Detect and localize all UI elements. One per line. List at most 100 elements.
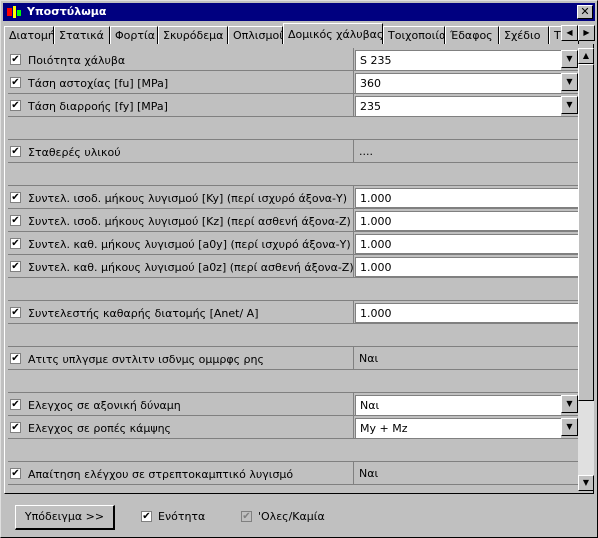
row-check-icon[interactable]: ✔ <box>10 100 21 111</box>
property-label: Ποιότητα χάλυβα <box>28 54 126 67</box>
column-divider <box>353 94 354 117</box>
chevron-down-icon[interactable]: ▼ <box>561 96 578 114</box>
column-divider <box>353 209 354 232</box>
tab-scroll-right-icon[interactable]: ▶ <box>578 25 595 41</box>
property-row: ✔ Συντελεστής καθαρής διατομής [Anet/ A] 1… <box>8 301 578 324</box>
unit-checkbox-label: Ενότητα <box>158 510 206 523</box>
property-label: Τάση αστοχίας [fu] [MPa] <box>28 77 169 90</box>
property-select[interactable]: 235 <box>355 96 561 116</box>
tab-1[interactable]: Διατομή <box>4 26 55 44</box>
property-row: ✔ Συντελ. καθ. μήκους λυγισμού [a0z] (περ… <box>8 255 578 278</box>
property-row: ✔ Απαίτηση ελέγχου σε στρεπτοκαμπτικό λυγ… <box>8 462 578 485</box>
property-label: Απαίτηση ελέγχου σε στρεπτοκαμπτικό λυγι… <box>28 468 294 481</box>
row-check-icon[interactable]: ✔ <box>10 192 21 203</box>
all-none-checkbox-label: 'Ολες/Καμία <box>258 510 325 523</box>
property-row: ✔ Ελεγχος σε ροπές κάμψης My + Mz ▼ <box>8 416 578 439</box>
tab-8[interactable]: Έδαφος <box>445 26 499 44</box>
row-check-icon[interactable]: ✔ <box>10 261 21 272</box>
column-divider <box>353 186 354 209</box>
row-check-icon[interactable]: ✔ <box>10 307 21 318</box>
property-label: Τάση διαρροής [fy] [MPa] <box>28 100 168 113</box>
property-row: ✔ Τάση διαρροής [fy] [MPa] 235 ▼ <box>8 94 578 117</box>
tab-strip: Διατομή Στατικά Φορτία Σκυρόδεμα Οπλισμοί Δομ… <box>4 23 596 44</box>
column-divider <box>353 71 354 94</box>
tab-7[interactable]: Τοιχοποιία <box>383 26 446 44</box>
row-check-icon[interactable]: ✔ <box>10 77 21 88</box>
tab-6[interactable]: Δομικός χάλυβας <box>283 23 383 44</box>
column-divider <box>353 416 354 439</box>
column-divider <box>353 301 354 324</box>
column-divider <box>353 462 354 485</box>
property-label: Ατιτς υπλγσμε σντλιτν ισδνμς ομμρφς ρης <box>28 353 264 366</box>
property-row: ✔ Συντελ. ισοδ. μήκους λυγισμού [Kz] (περ… <box>8 209 578 232</box>
vertical-scrollbar[interactable]: ▲ ▼ <box>578 48 594 491</box>
property-grid: ✔ Ποιότητα χάλυβα S 235 ▼ ✔ Τάση αστοχίας [fu… <box>8 48 578 491</box>
row-check-icon[interactable]: ✔ <box>10 54 21 65</box>
property-row: ✔ Ελεγχος σε αξονική δύναμη Ναι ▼ <box>8 393 578 416</box>
property-value: Ναι <box>359 467 379 480</box>
chevron-down-icon[interactable]: ▼ <box>561 73 578 91</box>
app-icon <box>7 6 21 18</box>
column-divider <box>353 347 354 370</box>
property-value: .... <box>359 145 373 158</box>
tab-scroll-buttons: ◀ ▶ <box>561 25 595 41</box>
window-title: Υποστύλωμα <box>27 5 107 18</box>
unit-check-icon[interactable]: ✔ <box>141 511 152 522</box>
row-check-icon[interactable]: ✔ <box>10 399 21 410</box>
property-input[interactable]: 1.000 <box>355 188 578 208</box>
property-input[interactable]: 1.000 <box>355 211 578 231</box>
property-select[interactable]: My + Mz <box>355 418 561 438</box>
properties-panel: ✔ Ποιότητα χάλυβα S 235 ▼ ✔ Τάση αστοχίας [fu… <box>4 44 594 494</box>
property-label: Συντελ. ισοδ. μήκους λυγισμού [Ky] (περί… <box>28 192 348 205</box>
tab-3[interactable]: Φορτία <box>110 26 158 44</box>
tab-5[interactable]: Οπλισμοί <box>228 26 283 44</box>
property-select[interactable]: S 235 <box>355 50 561 70</box>
window: Υποστύλωμα ✕ Διατομή Στατικά Φορτία Σκυρόδε… <box>0 0 598 538</box>
chevron-down-icon[interactable]: ▼ <box>561 418 578 436</box>
tab-2[interactable]: Στατικά <box>54 26 110 44</box>
property-value: Ναι <box>359 352 379 365</box>
tab-scroll-left-icon[interactable]: ◀ <box>561 25 578 41</box>
property-row: ✔ Ποιότητα χάλυβα S 235 ▼ <box>8 48 578 71</box>
scroll-thumb[interactable] <box>578 64 594 401</box>
property-label: Ελεγχος σε ροπές κάμψης <box>28 422 172 435</box>
property-label: Συντελ. καθ. μήκους λυγισμού [a0y] (περί… <box>28 238 351 251</box>
property-input[interactable]: 1.000 <box>355 303 578 323</box>
column-divider <box>353 140 354 163</box>
property-row: ✔ Σταθερές υλικού.... <box>8 140 578 163</box>
column-divider <box>353 48 354 71</box>
column-divider <box>353 232 354 255</box>
bottom-bar: Υπόδειγμα >> ✔ Ενότητα ✔ 'Ολες/Καμία <box>1 495 597 537</box>
row-check-icon[interactable]: ✔ <box>10 215 21 226</box>
property-row: ✔ Ατιτς υπλγσμε σντλιτν ισδνμς ομμρφς ρης… <box>8 347 578 370</box>
property-label: Συντελ. καθ. μήκους λυγισμού [a0z] (περί… <box>28 261 354 274</box>
chevron-down-icon[interactable]: ▼ <box>561 50 578 68</box>
property-label: Συντελ. ισοδ. μήκους λυγισμού [Kz] (περί… <box>28 215 351 228</box>
property-row: ✔ Συντελ. ισοδ. μήκους λυγισμού [Ky] (περ… <box>8 186 578 209</box>
property-select[interactable]: Ναι <box>355 395 561 415</box>
column-divider <box>353 255 354 278</box>
property-input[interactable]: 1.000 <box>355 257 578 277</box>
row-check-icon[interactable]: ✔ <box>10 238 21 249</box>
property-input[interactable]: 1.000 <box>355 234 578 254</box>
chevron-down-icon[interactable]: ▼ <box>561 395 578 413</box>
property-row: ✔ Συντελ. καθ. μήκους λυγισμού [a0y] (περ… <box>8 232 578 255</box>
scroll-down-icon[interactable]: ▼ <box>578 475 594 491</box>
row-check-icon[interactable]: ✔ <box>10 422 21 433</box>
property-label: Συντελεστής καθαρής διατομής [Anet/ A] <box>28 307 259 320</box>
property-row: ✔ Τάση αστοχίας [fu] [MPa] 360 ▼ <box>8 71 578 94</box>
tab-9[interactable]: Σχέδιο <box>499 26 549 44</box>
property-label: Σταθερές υλικού <box>28 146 121 159</box>
close-button[interactable]: ✕ <box>577 5 593 19</box>
property-label: Ελεγχος σε αξονική δύναμη <box>28 399 181 412</box>
sample-button[interactable]: Υπόδειγμα >> <box>15 505 115 530</box>
row-check-icon[interactable]: ✔ <box>10 353 21 364</box>
row-check-icon[interactable]: ✔ <box>10 468 21 479</box>
column-divider <box>353 393 354 416</box>
property-select[interactable]: 360 <box>355 73 561 93</box>
title-bar[interactable]: Υποστύλωμα ✕ <box>3 3 595 21</box>
tab-4[interactable]: Σκυρόδεμα <box>158 26 228 44</box>
scroll-up-icon[interactable]: ▲ <box>578 48 594 64</box>
all-none-check-icon[interactable]: ✔ <box>241 511 252 522</box>
row-check-icon[interactable]: ✔ <box>10 146 21 157</box>
